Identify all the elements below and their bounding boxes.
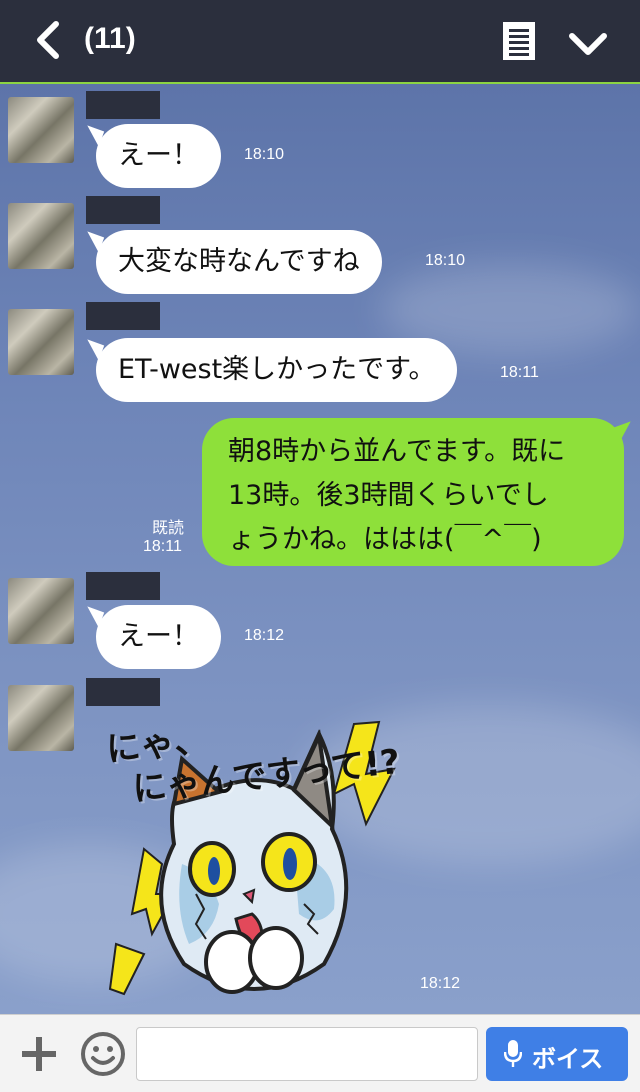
chevron-left-icon xyxy=(37,21,59,59)
sender-avatar[interactable] xyxy=(8,203,74,269)
message-time: 18:10 xyxy=(244,146,285,163)
sender-name-redacted xyxy=(86,91,160,119)
message-time: 18:11 xyxy=(143,538,182,555)
chat-title: (11) xyxy=(84,22,136,55)
sender-avatar[interactable] xyxy=(8,685,74,751)
smiley-icon xyxy=(81,1032,125,1076)
chat-area[interactable]: えー！ 18:10 大変な時なんですね 18:10 ET-west楽しかったです… xyxy=(0,84,640,1014)
sender-name-redacted xyxy=(86,678,160,706)
cat-sticker[interactable]: にゃ、 にゃんですって!? xyxy=(104,714,404,1004)
add-button[interactable] xyxy=(20,1035,58,1073)
notes-icon xyxy=(503,22,535,60)
incoming-message[interactable]: 大変な時なんですね xyxy=(96,230,382,294)
voice-button[interactable]: ボイス xyxy=(486,1027,628,1081)
message-input[interactable] xyxy=(136,1027,478,1081)
sender-avatar[interactable] xyxy=(8,309,74,375)
incoming-message[interactable]: ET-west楽しかったです。 xyxy=(96,338,458,402)
sender-name-redacted xyxy=(86,196,160,224)
message-line: 朝8時から並んでます。既に xyxy=(228,436,566,467)
back-button[interactable] xyxy=(32,18,72,62)
message-time: 18:11 xyxy=(500,364,539,381)
input-bar: ボイス xyxy=(0,1014,640,1092)
sender-avatar[interactable] xyxy=(8,97,74,163)
message-time: 18:10 xyxy=(425,252,466,269)
read-receipt: 既読 xyxy=(152,518,185,537)
incoming-message[interactable]: えー！ xyxy=(96,124,221,188)
emoji-button[interactable] xyxy=(80,1031,126,1077)
menu-toggle-button[interactable] xyxy=(566,26,610,60)
microphone-icon xyxy=(504,1040,522,1067)
message-time: 18:12 xyxy=(420,975,461,992)
chevron-down-icon xyxy=(569,33,607,55)
notes-button[interactable] xyxy=(500,20,538,62)
message-line: ょうかね。ははは(￣^￣) xyxy=(228,524,542,555)
voice-button-label: ボイス xyxy=(532,1045,604,1073)
sender-name-redacted xyxy=(86,572,160,600)
message-time: 18:12 xyxy=(244,627,285,644)
sender-name-redacted xyxy=(86,302,160,330)
chat-header: (11) xyxy=(0,0,640,84)
incoming-message[interactable]: えー！ xyxy=(96,605,221,669)
sender-avatar[interactable] xyxy=(8,578,74,644)
plus-icon xyxy=(22,1037,56,1071)
message-line: 13時。後3時間くらいでし xyxy=(228,480,549,511)
outgoing-message[interactable]: 朝8時から並んでます。既に 13時。後3時間くらいでし ょうかね。ははは(￣^￣… xyxy=(202,418,624,566)
